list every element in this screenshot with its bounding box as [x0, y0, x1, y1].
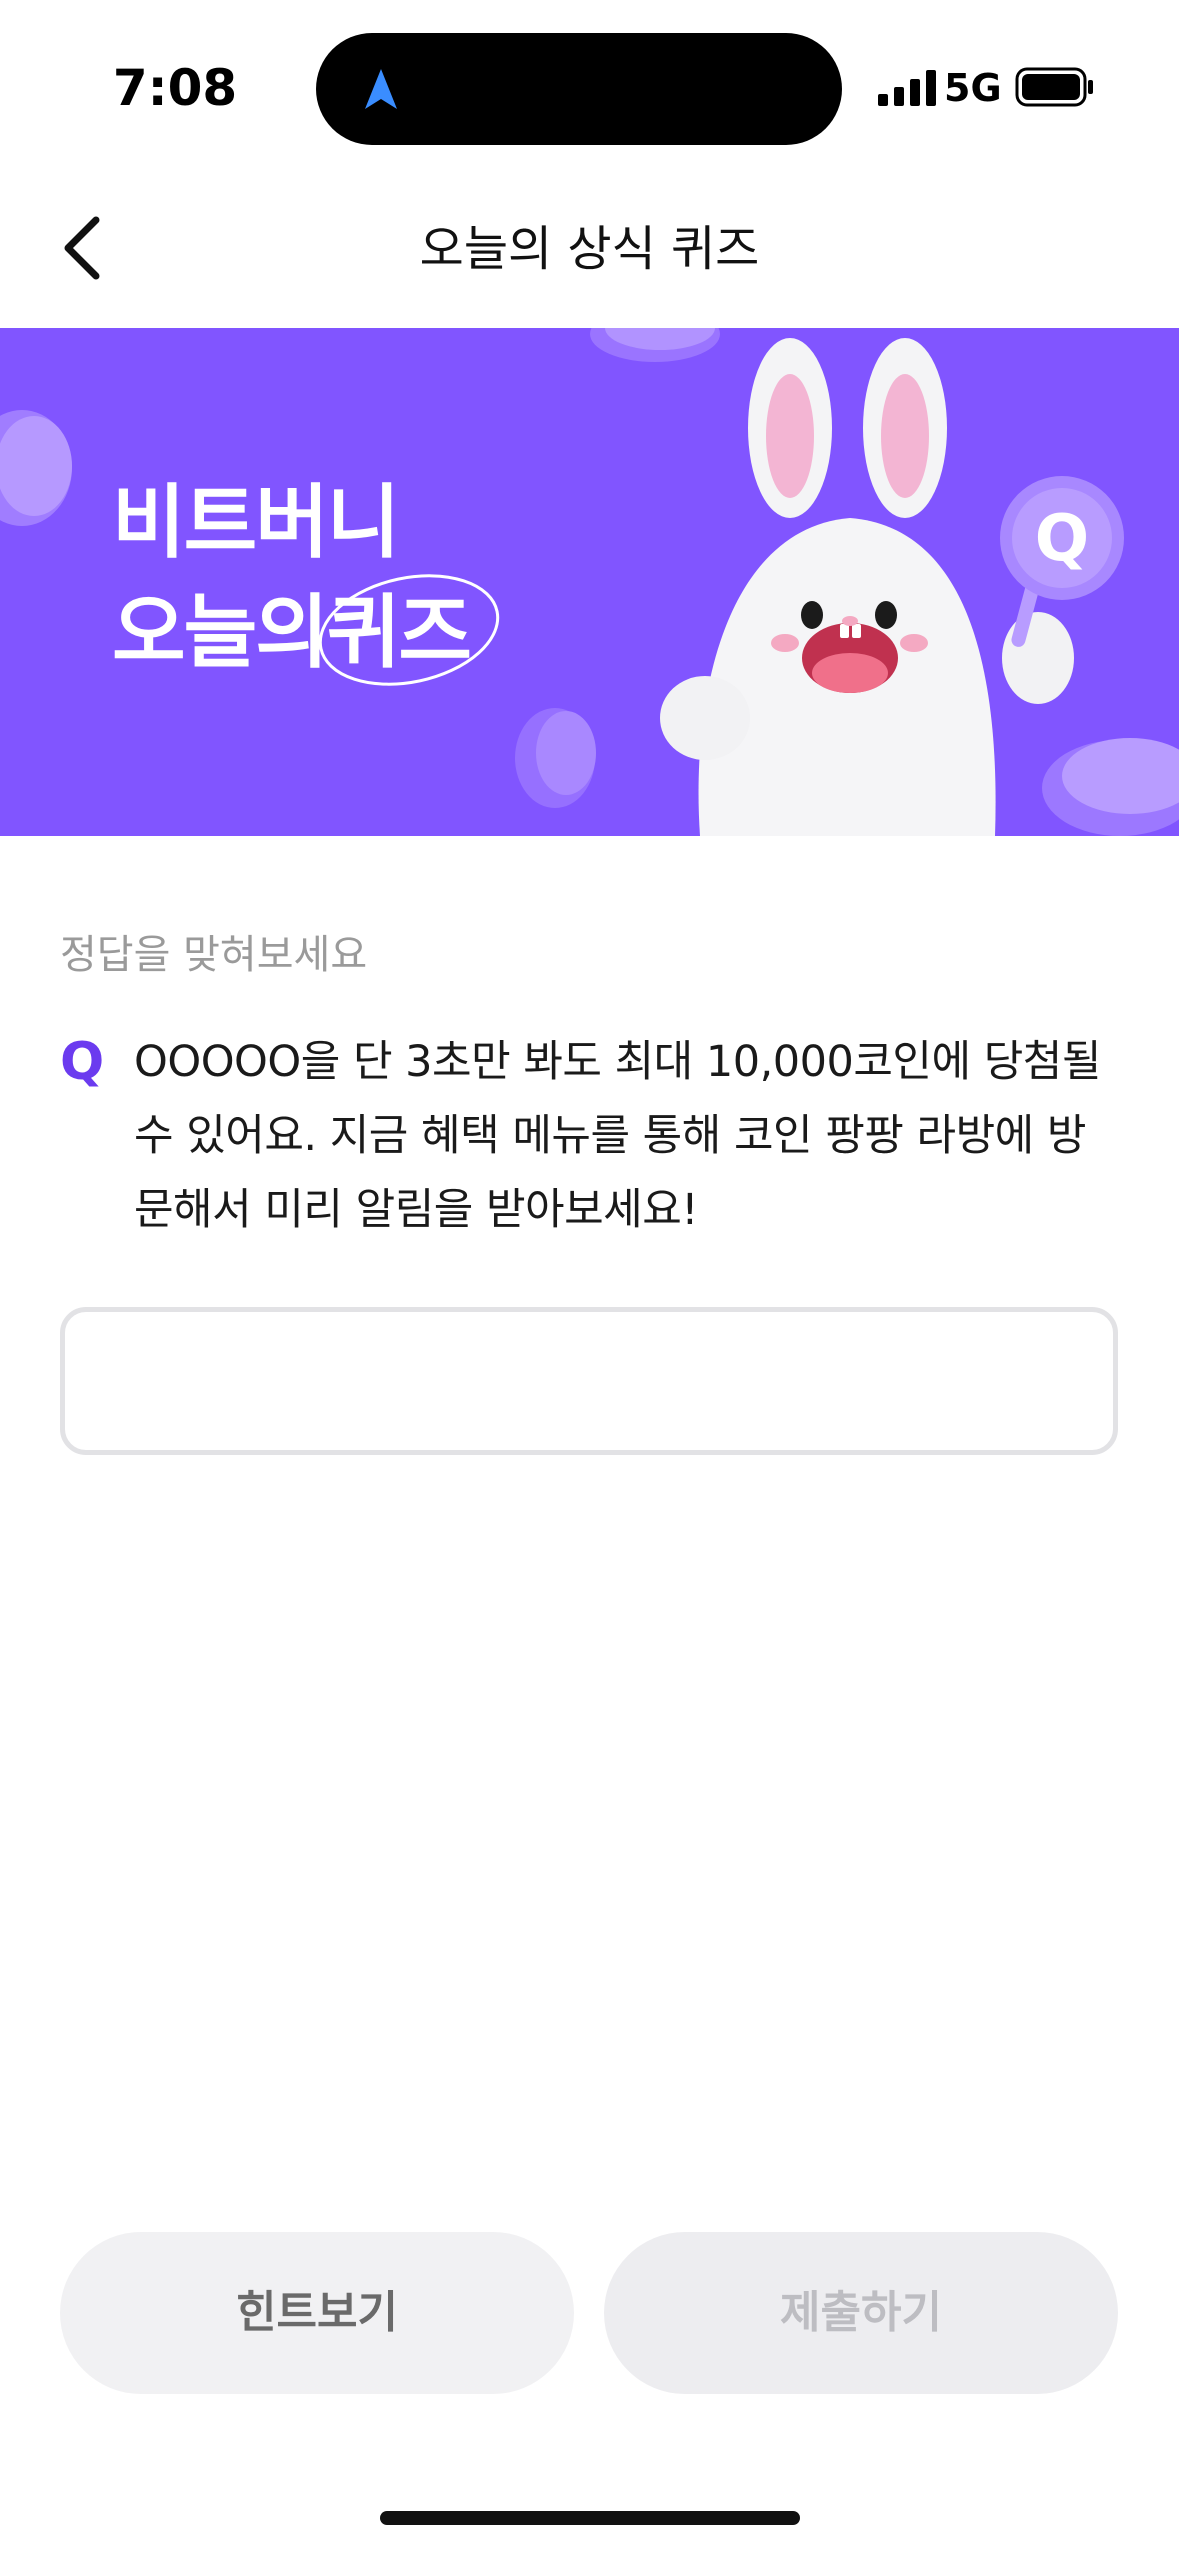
network-type: 5G [944, 66, 1002, 110]
sign-letter: Q [1035, 502, 1089, 576]
banner-title-highlight: 퀴즈 [318, 574, 500, 688]
status-bar: 7:08 5G [0, 0, 1179, 170]
banner-title-line2: 오늘의 퀴즈 [112, 574, 500, 688]
chevron-left-icon [64, 216, 100, 280]
answer-input[interactable] [60, 1307, 1118, 1455]
banner-title-line1: 비트버니 [112, 476, 400, 569]
navigation-header: 오늘의 상식 퀴즈 [0, 170, 1179, 328]
page-title: 오늘의 상식 퀴즈 [419, 221, 760, 277]
battery-icon [1015, 67, 1093, 107]
hint-button[interactable]: 힌트보기 [60, 2232, 574, 2394]
status-time: 7:08 [112, 59, 238, 117]
prompt-label: 정답을 맞혀보세요 [60, 932, 368, 978]
question-marker: Q [60, 1032, 105, 1092]
coin-icon [590, 328, 720, 362]
home-indicator [380, 2511, 800, 2525]
coin-icon [1042, 738, 1179, 836]
quiz-screen: 7:08 5G 오늘의 상식 퀴즈 Q 비트버니 오늘의 퀴즈 정답을 맞혀보세… [0, 0, 1179, 2556]
banner-title: 비트버니 오늘의 퀴즈 [112, 468, 500, 688]
dynamic-island [316, 33, 842, 145]
submit-button[interactable]: 제출하기 [604, 2232, 1118, 2394]
back-button[interactable] [52, 208, 122, 288]
rabbit-mascot: Q [660, 338, 1124, 836]
coin-icon [515, 708, 596, 808]
quiz-banner: Q 비트버니 오늘의 퀴즈 [0, 328, 1179, 836]
banner-title-prefix: 오늘의 [112, 586, 329, 679]
location-arrow-icon [365, 69, 397, 109]
signal-bars-icon [878, 70, 936, 106]
coin-icon [0, 410, 72, 526]
question-text: OOOOO을 단 3초만 봐도 최대 10,000코인에 당첨될 수 있어요. … [134, 1037, 1101, 1235]
